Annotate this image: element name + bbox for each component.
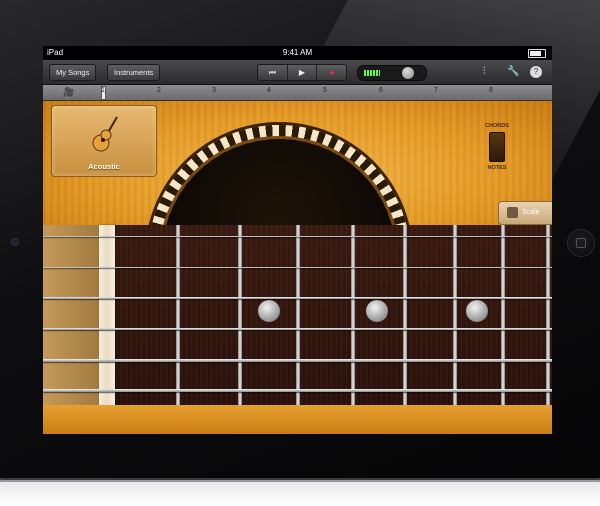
floor-shadow (0, 482, 600, 506)
fretboard[interactable] (43, 225, 552, 405)
clock: 9:41 AM (282, 48, 313, 57)
scale-label: Scale (522, 209, 540, 216)
headstock (43, 225, 99, 405)
home-button[interactable] (568, 230, 594, 256)
measure-1: 1 (101, 87, 105, 94)
battery-icon (528, 49, 546, 58)
fret-4 (351, 225, 355, 405)
string-1[interactable] (43, 236, 552, 237)
transport-controls: ⏮ ▶ ● (257, 64, 347, 81)
fret-3 (296, 225, 300, 405)
status-bar: iPad 9:41 AM (43, 46, 552, 60)
chords-notes-switch[interactable]: CHORDS NOTES (477, 123, 517, 171)
measure-4: 4 (267, 87, 271, 94)
record-icon[interactable]: ● (317, 65, 346, 80)
tracks-view-icon[interactable]: 🎥 (63, 87, 74, 98)
fret-6 (453, 225, 457, 405)
string-6[interactable] (43, 389, 552, 392)
rewind-icon[interactable]: ⏮ (258, 65, 288, 80)
notes-label: NOTES (487, 165, 507, 171)
string-3[interactable] (43, 297, 552, 299)
mixer-icon[interactable]: ⫶ (483, 65, 486, 79)
my-songs-button[interactable]: My Songs (49, 64, 97, 81)
fret-inlay-5 (366, 300, 388, 322)
measure-3: 3 (212, 87, 216, 94)
fret-inlay-7 (466, 300, 488, 322)
play-icon[interactable]: ▶ (288, 65, 318, 80)
mode-toggle[interactable] (489, 132, 505, 162)
toolbar: My Songs Instruments ⏮ ▶ ● ⫶ 🔧 ? (43, 60, 552, 85)
acoustic-guitar-icon (92, 116, 118, 152)
front-camera (12, 239, 18, 245)
fret-8 (546, 225, 550, 405)
master-volume-slider[interactable] (357, 65, 427, 81)
measure-2: 2 (157, 87, 161, 94)
settings-icon[interactable]: 🔧 (507, 65, 519, 79)
fret-inlay-3 (258, 300, 280, 322)
string-5[interactable] (43, 359, 552, 362)
measure-6: 6 (379, 87, 383, 94)
screen: iPad 9:41 AM My Songs Instruments ⏮ ▶ ● … (43, 46, 552, 434)
instrument-selector[interactable]: Acoustic (51, 105, 157, 177)
fret-1 (176, 225, 180, 405)
level-meter (364, 70, 380, 76)
scale-button[interactable]: Scale (498, 201, 552, 225)
timeline-ruler[interactable]: 🎥 1 2 3 4 5 6 7 8 (43, 85, 552, 101)
volume-knob[interactable] (402, 67, 414, 79)
nut (99, 225, 115, 405)
chords-label: CHORDS (485, 123, 509, 129)
measure-8: 8 (489, 87, 493, 94)
help-icon[interactable]: ? (530, 66, 542, 78)
fret-7 (501, 225, 505, 405)
measure-5: 5 (323, 87, 327, 94)
fret-2 (238, 225, 242, 405)
instruments-button[interactable]: Instruments (107, 64, 161, 81)
fret-5 (403, 225, 407, 405)
guitar-body: Acoustic CHORDS NOTES Scale (43, 101, 552, 387)
string-2[interactable] (43, 267, 552, 268)
instrument-name: Acoustic (88, 162, 120, 171)
guitar-body-lower (43, 405, 552, 434)
measure-7: 7 (434, 87, 438, 94)
scale-icon (507, 206, 518, 218)
string-4[interactable] (43, 328, 552, 330)
